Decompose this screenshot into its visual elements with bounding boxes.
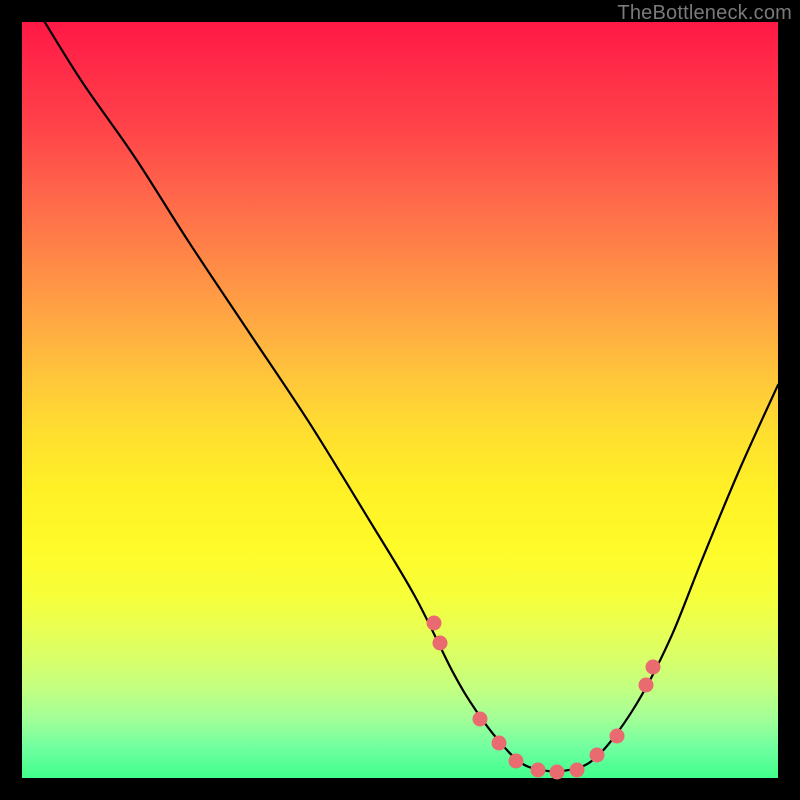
data-point <box>639 678 654 693</box>
data-point <box>433 635 448 650</box>
data-point <box>609 728 624 743</box>
data-point <box>531 763 546 778</box>
data-point <box>550 764 565 779</box>
data-point <box>427 616 442 631</box>
data-point <box>508 754 523 769</box>
data-point <box>569 763 584 778</box>
curve-layer <box>22 22 778 778</box>
data-point <box>492 736 507 751</box>
data-point <box>589 748 604 763</box>
data-point <box>646 659 661 674</box>
chart-container: TheBottleneck.com <box>0 0 800 800</box>
bottleneck-curve <box>45 22 778 771</box>
data-point <box>473 712 488 727</box>
plot-area <box>22 22 778 778</box>
